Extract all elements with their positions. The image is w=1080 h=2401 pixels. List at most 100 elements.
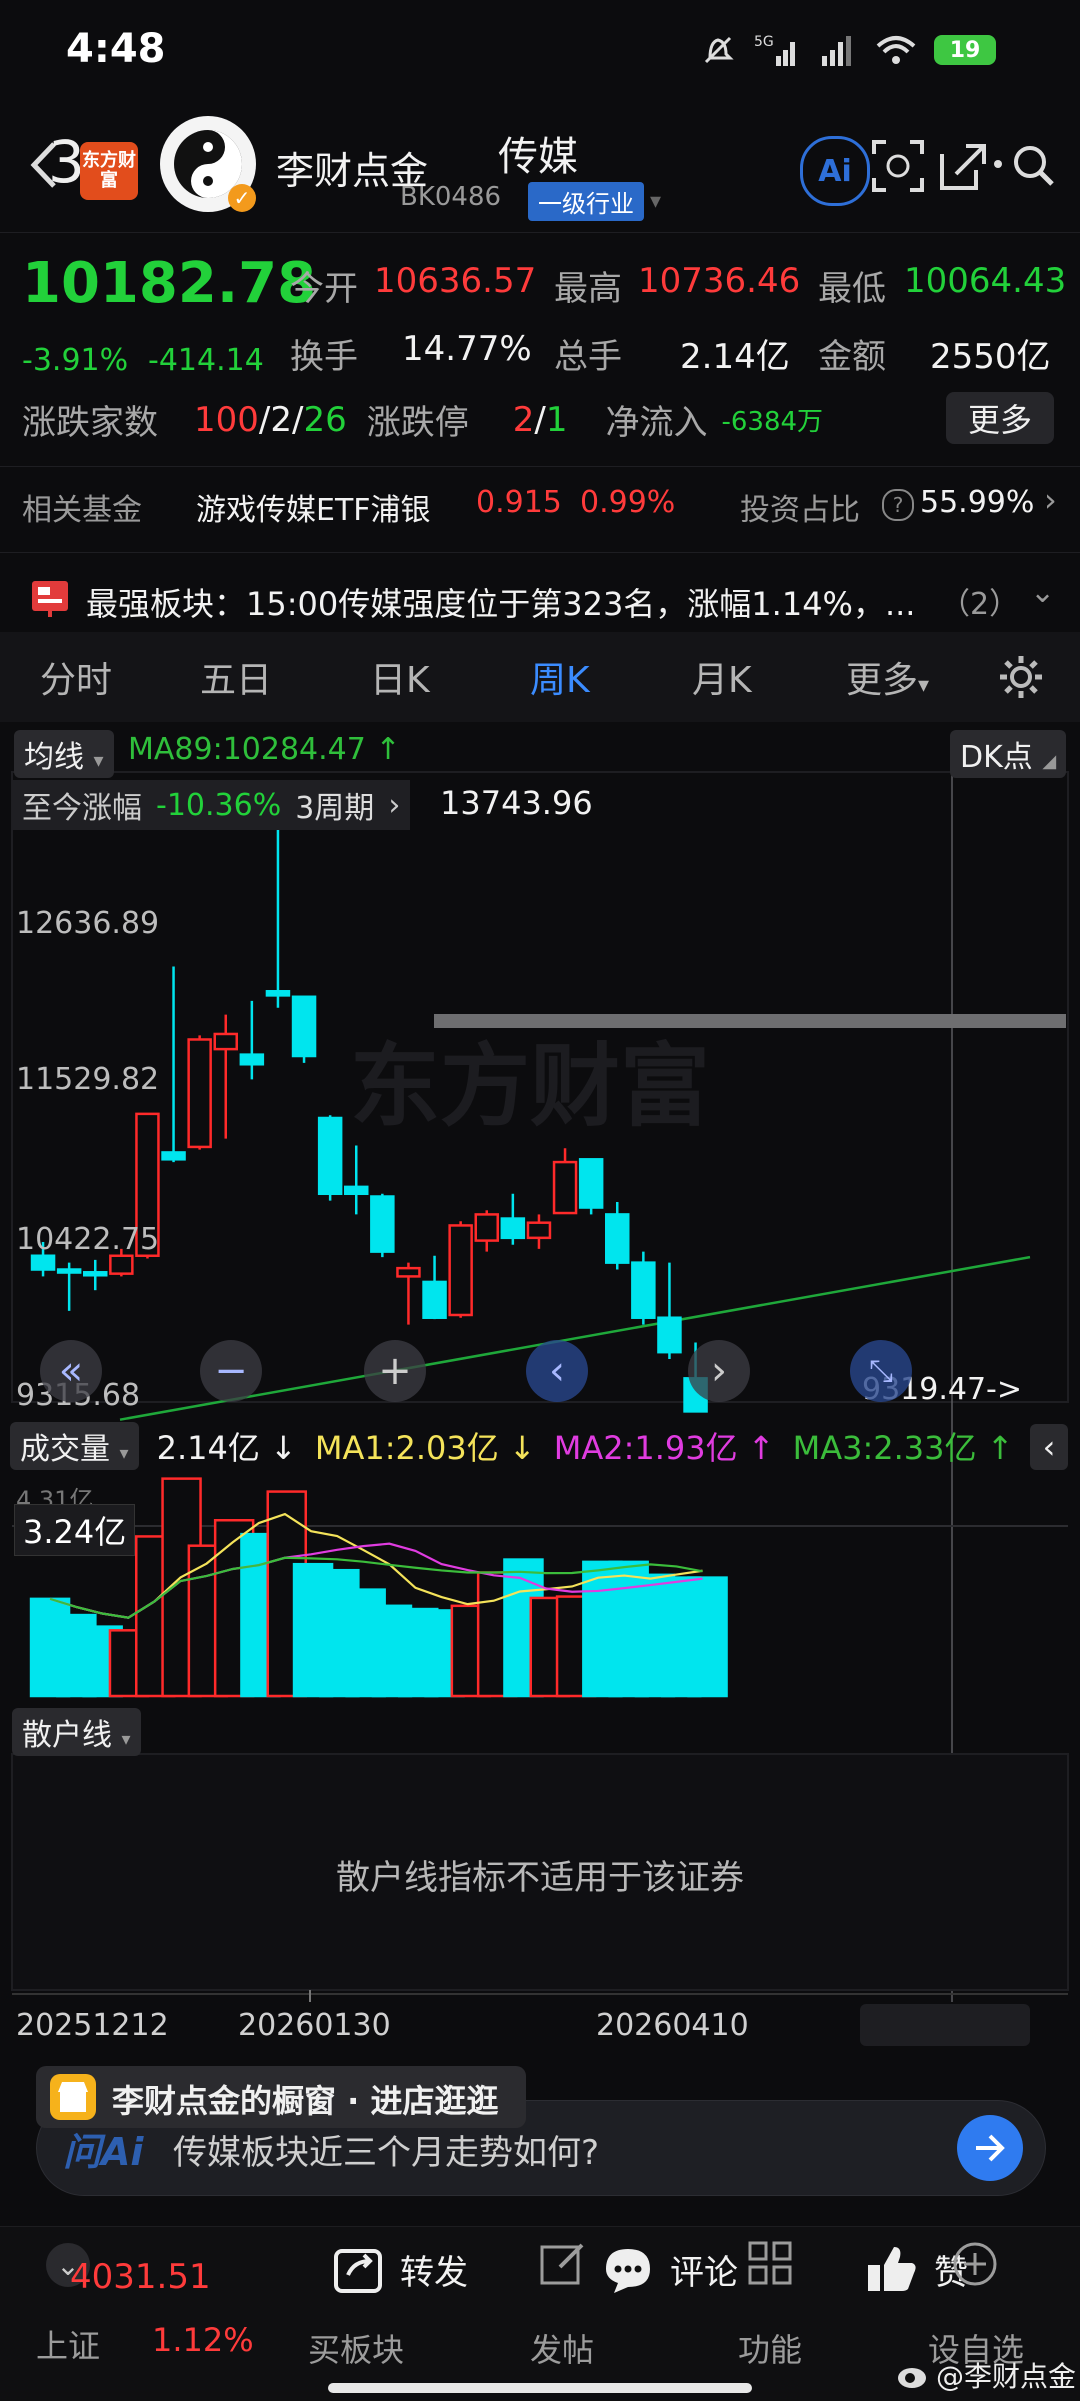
candle-body xyxy=(161,1151,186,1161)
tab-monthly[interactable]: 月K xyxy=(692,651,752,703)
page-title: 传媒 xyxy=(498,134,578,180)
candle xyxy=(187,1035,212,1150)
candle xyxy=(396,1262,421,1325)
axis-tick-3: 10422.75 xyxy=(16,1222,160,1257)
signal-icon xyxy=(822,36,851,66)
candle xyxy=(370,1193,395,1258)
axis-tick-1: 12636.89 xyxy=(16,906,160,941)
limit-down-count: 1 xyxy=(545,399,568,440)
candle xyxy=(213,1014,238,1139)
dropdown-icon: ▾ xyxy=(93,748,104,772)
svg-text:5G: 5G xyxy=(754,34,774,50)
tab-weekly[interactable]: 周K xyxy=(530,651,590,703)
low-label: 最低 xyxy=(818,269,886,309)
buy-sector-button[interactable]: 买板块 xyxy=(308,2325,404,2371)
scan-button[interactable] xyxy=(868,136,928,196)
category-tag[interactable]: 一级行业 ▾ xyxy=(528,182,661,221)
app-mini-logo[interactable]: 东方财富 xyxy=(80,142,138,200)
period-tabs: 分时 五日 日K 周K 月K 更多▾ xyxy=(0,632,1080,722)
netflow-label: 净流入 xyxy=(605,403,708,443)
candle xyxy=(657,1262,682,1360)
dk-toggle[interactable]: DK点 ◢ xyxy=(950,730,1067,778)
ask-ai-input[interactable]: 传媒板块近三个月走势如何? xyxy=(173,2125,599,2174)
candle-body xyxy=(578,1158,604,1209)
candle-body xyxy=(30,1254,56,1271)
scroll-left-fast-button[interactable]: « xyxy=(40,1340,102,1402)
vol-ma3: MA3:2.33亿 ↑ xyxy=(792,1429,1014,1467)
arrow-right-icon xyxy=(976,2134,1005,2162)
amount-value: 2550亿 xyxy=(930,337,1051,377)
date-scroll-thumb[interactable] xyxy=(860,2004,1030,2046)
ask-ai-logo: 问Ai xyxy=(63,2130,144,2174)
zoom-in-button[interactable]: + xyxy=(364,1340,426,1402)
candle-body xyxy=(526,1221,552,1240)
dropdown-icon: ▾ xyxy=(119,1443,129,1464)
volume-toggle[interactable]: 成交量 ▾ xyxy=(10,1422,139,1470)
candle xyxy=(474,1210,499,1252)
scroll-right-button[interactable]: › xyxy=(688,1340,750,1402)
vol-ma2: MA2:1.93亿 ↑ xyxy=(553,1429,775,1467)
tab-daily[interactable]: 日K xyxy=(370,651,430,703)
zoom-out-button[interactable]: − xyxy=(200,1340,262,1402)
share-action[interactable]: 转发 xyxy=(330,2241,468,2297)
tab-more[interactable]: 更多▾ xyxy=(846,651,929,703)
ai-button[interactable]: Ai xyxy=(800,136,870,206)
volume-value: 2.14亿 xyxy=(680,337,790,377)
tab-five-day[interactable]: 五日 xyxy=(200,651,272,703)
index-pct: 1.12% xyxy=(152,2321,254,2359)
share-button[interactable] xyxy=(932,136,992,196)
candle xyxy=(500,1193,526,1245)
high-value: 10736.46 xyxy=(638,261,801,301)
candle-body xyxy=(265,990,291,997)
functions-button[interactable]: 功能 xyxy=(738,2241,802,2371)
quote-panel: 10182.78 -3.91% -414.14 今开 10636.57 最高 1… xyxy=(0,232,1080,465)
ma-toggle[interactable]: 均线 ▾ xyxy=(14,730,114,778)
retail-toggle[interactable]: 散户线 ▾ xyxy=(12,1708,141,1756)
comment-icon xyxy=(606,2249,650,2293)
scroll-left-button[interactable]: ‹ xyxy=(526,1340,588,1402)
category-label: 一级行业 xyxy=(528,182,644,221)
avatar[interactable]: ✓ xyxy=(160,116,256,212)
fund-name[interactable]: 游戏传媒ETF浦银 xyxy=(196,485,431,529)
open-label: 今开 xyxy=(290,269,358,309)
related-fund-row[interactable]: 相关基金 游戏传媒ETF浦银 0.915 0.99% 投资占比 ? 55.99%… xyxy=(0,466,1080,557)
candle xyxy=(239,1000,265,1080)
netflow-value: -6384万 xyxy=(721,407,824,437)
shop-promo[interactable]: 李财点金的橱窗 · 进店逛逛 xyxy=(36,2066,526,2128)
since-change-box[interactable]: 至今涨幅 -10.36% 3周期 › xyxy=(12,780,411,830)
collapse-indicator-button[interactable]: ‹ xyxy=(1030,1424,1068,1470)
turnover-value: 14.77% xyxy=(402,329,532,369)
battery-icon: 19 xyxy=(934,35,996,65)
ask-send-button[interactable] xyxy=(957,2115,1023,2181)
app-header: 3 东方财富 ✓ 李财点金 传媒 BK0486 一级行业 ▾ Ai xyxy=(0,100,1080,230)
candle-body xyxy=(631,1261,656,1319)
candle-body xyxy=(657,1316,682,1354)
vol-ma1: MA1:2.03亿 ↓ xyxy=(314,1429,536,1467)
change-pct: -3.91% xyxy=(22,343,129,378)
grid-icon xyxy=(748,2241,792,2285)
gear-icon[interactable] xyxy=(996,652,1046,702)
low-value: 10064.43 xyxy=(904,261,1067,301)
date-label-3: 20260410 xyxy=(596,2008,749,2043)
tab-intraday[interactable]: 分时 xyxy=(40,651,112,703)
breadth-row: 涨跌家数 100 / 2 / 26 涨跌停 2 / 1 净流入 -6384万 xyxy=(22,395,823,444)
comment-action[interactable]: 评论 xyxy=(600,2241,738,2297)
fullscreen-button[interactable]: ⤡ xyxy=(850,1340,912,1402)
candle-body xyxy=(291,995,317,1058)
post-button[interactable]: 发帖 xyxy=(530,2243,594,2371)
change-amt: -414.14 xyxy=(148,343,264,378)
help-icon[interactable]: ? xyxy=(882,489,914,521)
chevron-down-icon[interactable]: ⌄ xyxy=(1030,575,1055,610)
mute-icon xyxy=(704,36,734,64)
candle-body xyxy=(317,1116,343,1196)
resistance-band xyxy=(434,1014,1066,1028)
more-quote-button[interactable]: 更多 xyxy=(946,392,1054,444)
verified-badge-icon: ✓ xyxy=(228,184,256,212)
retail-message: 散户线指标不适用于该证券 xyxy=(336,1858,744,1898)
home-indicator[interactable] xyxy=(328,2383,752,2393)
vol-axis-mid: 3.24亿 xyxy=(14,1504,136,1556)
peak-label: 13743.96 xyxy=(440,784,593,822)
search-button[interactable] xyxy=(990,136,1060,196)
dropdown-icon: ▾ xyxy=(121,1729,131,1750)
breadth-label: 涨跌家数 xyxy=(22,403,158,443)
